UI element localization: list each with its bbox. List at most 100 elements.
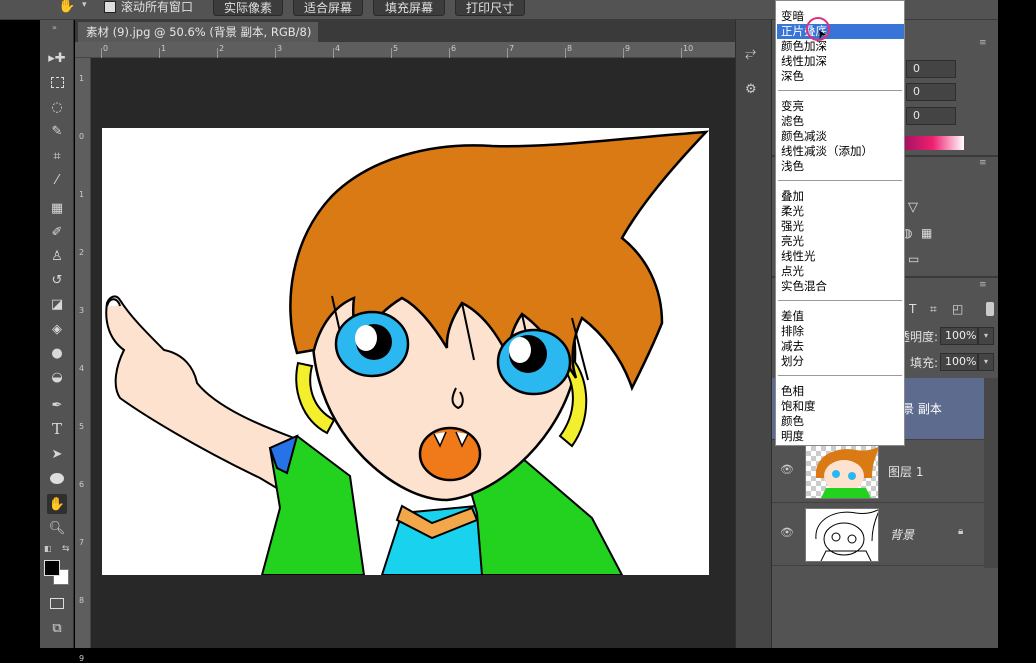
ruler-top-tick: 9 [625,44,631,53]
blend-mode-item[interactable]: 减去 [777,339,904,354]
ruler-top-mark [623,48,624,58]
layer-row[interactable]: 👁︎ 图层 1 [772,441,984,503]
swap-colors-icon[interactable]: ⇆ [62,544,70,554]
blend-mode-item[interactable]: 滤色 [777,114,904,129]
history-brush-tool-icon[interactable]: ↺ [47,270,67,290]
blend-mode-item[interactable]: 亮光 [777,234,904,249]
type-tool-icon[interactable]: T [47,419,67,439]
marquee-tool-icon[interactable] [47,72,67,92]
blend-mode-item[interactable]: 变暗 [777,9,904,24]
fit-screen-button[interactable]: 适合屏幕 [293,0,363,16]
filter-shape-icon[interactable]: ⌗ [930,302,937,317]
blend-mode-item[interactable]: 明度 [777,429,904,444]
layers-panel-menu-icon[interactable]: ≡ [979,280,987,290]
clone-stamp-tool-icon[interactable]: ♙ [47,246,67,266]
document-tab[interactable]: 素材 (9).jpg @ 50.6% (背景 副本, RGB/8) * × [78,22,318,59]
blend-mode-item[interactable]: 颜色加深 [777,39,904,54]
move-tool-icon[interactable]: ▸✚ [47,48,67,68]
lasso-tool-icon[interactable]: ◌ [47,97,67,117]
ruler-top-tick: 5 [393,44,399,53]
blend-mode-item[interactable]: 色相 [777,384,904,399]
blend-mode-item[interactable]: 强光 [777,219,904,234]
eyedropper-tool-icon[interactable]: ⁄ [47,170,67,190]
ellipse-tool-icon[interactable] [47,468,67,488]
eraser-tool-icon[interactable]: ◪ [47,294,67,314]
paint-bucket-tool-icon[interactable]: ◈ [47,319,67,339]
layer-row[interactable]: 👁︎ 背景 🔒︎ [772,504,984,566]
filter-smart-icon[interactable]: ◰ [952,302,963,316]
screen-mode-icon[interactable]: ⧉ [47,618,67,638]
color-ramp[interactable] [902,136,964,150]
ruler-top-tick: 0 [103,44,109,53]
quick-mask-icon[interactable] [47,593,67,613]
color-b-field[interactable]: 0 [906,107,956,125]
blend-mode-item[interactable]: 线性光 [777,249,904,264]
color-panel-menu-icon[interactable]: ≡ [979,38,987,48]
blend-mode-item[interactable]: 线性加深 [777,54,904,69]
blend-mode-item[interactable]: 线性减淡（添加） [777,144,904,159]
properties-panel-icon[interactable]: ⚙ [745,82,757,97]
blur-tool-icon[interactable]: ● [47,343,67,363]
blend-mode-item[interactable]: 柔光 [777,204,904,219]
pen-tool-icon[interactable]: ✒ [47,395,67,415]
blend-mode-item[interactable]: 浅色 [777,159,904,174]
opacity-field[interactable]: 100% [940,327,978,345]
brush-tool-icon[interactable]: ✐ [47,222,67,242]
hand-tool-icon[interactable]: ✋ [58,0,75,14]
ruler-left-tick: 6 [79,480,85,489]
blend-mode-item[interactable]: 实色混合 [777,279,904,294]
blend-mode-item[interactable]: 点光 [777,264,904,279]
zoom-tool-icon[interactable]: 🔍︎ [47,518,67,538]
tool-preset-chevron-icon[interactable]: ▾ [82,0,87,10]
fill-field[interactable]: 100% [940,353,978,371]
healing-brush-tool-icon[interactable]: ▦ [47,198,67,218]
mouth-drawing [418,426,482,482]
blend-mode-item[interactable]: 划分 [777,354,904,369]
blend-mode-dropdown[interactable]: 变暗 正片叠底 颜色加深 线性加深 深色变亮 滤色 颜色减淡 线性减淡（添加） 浅色叠加 柔光 强光… [775,0,905,446]
adjustments-panel-menu-icon[interactable]: ≡ [979,158,987,168]
fill-screen-button[interactable]: 填充屏幕 [373,0,445,16]
path-select-tool-icon[interactable]: ➤ [47,444,67,464]
blend-mode-item[interactable]: 颜色减淡 [777,129,904,144]
layer-thumbnail [805,445,879,499]
scroll-all-checkbox[interactable] [104,1,116,13]
fill-dropdown-icon[interactable]: ▾ [978,353,994,371]
hand-tool-active-icon[interactable]: ✋ [47,494,67,514]
print-size-button[interactable]: 打印尺寸 [455,0,525,16]
quick-select-tool-icon[interactable]: ✎ [47,121,67,141]
layer-name: 背景 [890,528,915,542]
actual-pixels-button[interactable]: 实际像素 [213,0,283,16]
crop-tool-icon[interactable]: ⌗ [47,146,67,166]
layers-scrollbar[interactable] [984,378,998,568]
ruler-top: 0 1 2 3 4 5 6 7 8 9 10 [75,42,735,58]
right-eye-highlight-drawing [509,337,531,363]
default-colors-icon[interactable]: ◧ [44,544,52,553]
blend-mode-item[interactable]: 正片叠底 [777,24,904,39]
blend-mode-item[interactable]: 差值 [777,309,904,324]
blend-mode-item[interactable]: 排除 [777,324,904,339]
toolbox-collapse-icon[interactable]: » [52,23,57,32]
color-lookup-icon[interactable]: ▦ [921,226,932,240]
opacity-dropdown-icon[interactable]: ▾ [978,327,994,345]
ruler-left-tick: 4 [79,364,85,373]
visibility-eye-icon[interactable]: 👁︎ [780,526,794,539]
blend-mode-item[interactable]: 变亮 [777,99,904,114]
dodge-tool-icon[interactable]: ◒ [47,367,67,387]
blend-mode-item[interactable]: 颜色 [777,414,904,429]
blend-mode-item[interactable]: 深色 [777,69,904,84]
ruler-top-tick: 3 [277,44,283,53]
blend-mode-item[interactable]: 叠加 [777,189,904,204]
gradient-fill-icon[interactable]: ▭ [908,252,919,266]
blend-mode-item[interactable]: 饱和度 [777,399,904,414]
color-g-field[interactable]: 0 [906,83,956,101]
foreground-color-swatch[interactable] [44,560,60,576]
menu-separator [778,180,902,181]
filter-type-icon[interactable]: T [909,302,916,316]
color-r-field[interactable]: 0 [906,60,956,78]
ruler-top-mark [159,48,160,58]
document-canvas[interactable] [102,128,709,575]
history-panel-icon[interactable]: ⥂ [745,45,756,61]
visibility-eye-icon[interactable]: 👁︎ [780,463,794,476]
filter-toggle[interactable] [986,302,994,316]
gradient-map-icon[interactable]: ▽ [908,200,918,215]
